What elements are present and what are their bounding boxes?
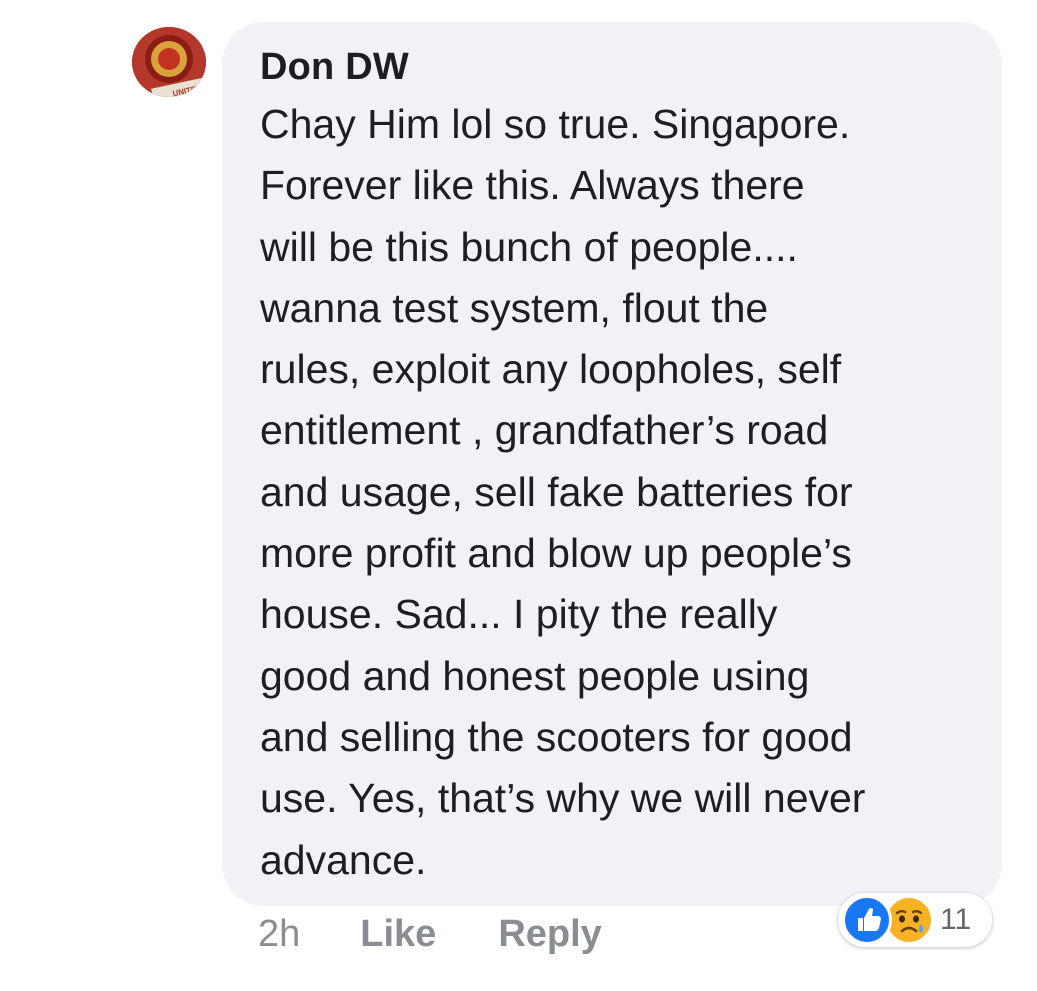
comment-line: rules, exploit any loopholes, self — [260, 346, 842, 393]
comment-line: entitlement , grandfather’s road — [260, 407, 829, 454]
like-icon — [842, 895, 892, 945]
reaction-summary[interactable]: 11 — [838, 893, 992, 947]
comment-line: will be this bunch of people.... — [260, 223, 798, 270]
comment-line: Chay Him lol so true. Singapore. — [260, 101, 851, 147]
comment-author[interactable]: Don DW — [260, 44, 972, 90]
comment-line: more profit and blow up people’s — [260, 530, 852, 577]
comment-line: use. Yes, that’s why we will never — [260, 775, 866, 822]
avatar[interactable]: UNITED — [132, 27, 206, 97]
comment-line: house. Sad... I pity the really — [260, 591, 778, 638]
comment-actions: 2h Like Reply — [258, 913, 602, 956]
reply-button[interactable]: Reply — [498, 913, 601, 956]
like-button[interactable]: Like — [360, 913, 436, 956]
reaction-count: 11 — [940, 903, 972, 936]
comment-line: and selling the scooters for good — [260, 713, 853, 760]
comment-bubble: Don DW Chay Him lol so true. Singapore. … — [222, 22, 1002, 906]
comment-line: Forever like this. Always there — [260, 162, 805, 209]
comment-line: good and honest people using — [260, 652, 810, 699]
avatar-crest-icon: UNITED — [132, 27, 206, 97]
comment-line: advance. — [260, 836, 427, 883]
comment-text: Chay Him lol so true. Singapore. Forever… — [260, 94, 972, 891]
comment-line: wanna test system, flout the — [260, 284, 769, 331]
comment-timestamp[interactable]: 2h — [258, 913, 300, 956]
comment-line: and usage, sell fake batteries for — [260, 468, 853, 515]
